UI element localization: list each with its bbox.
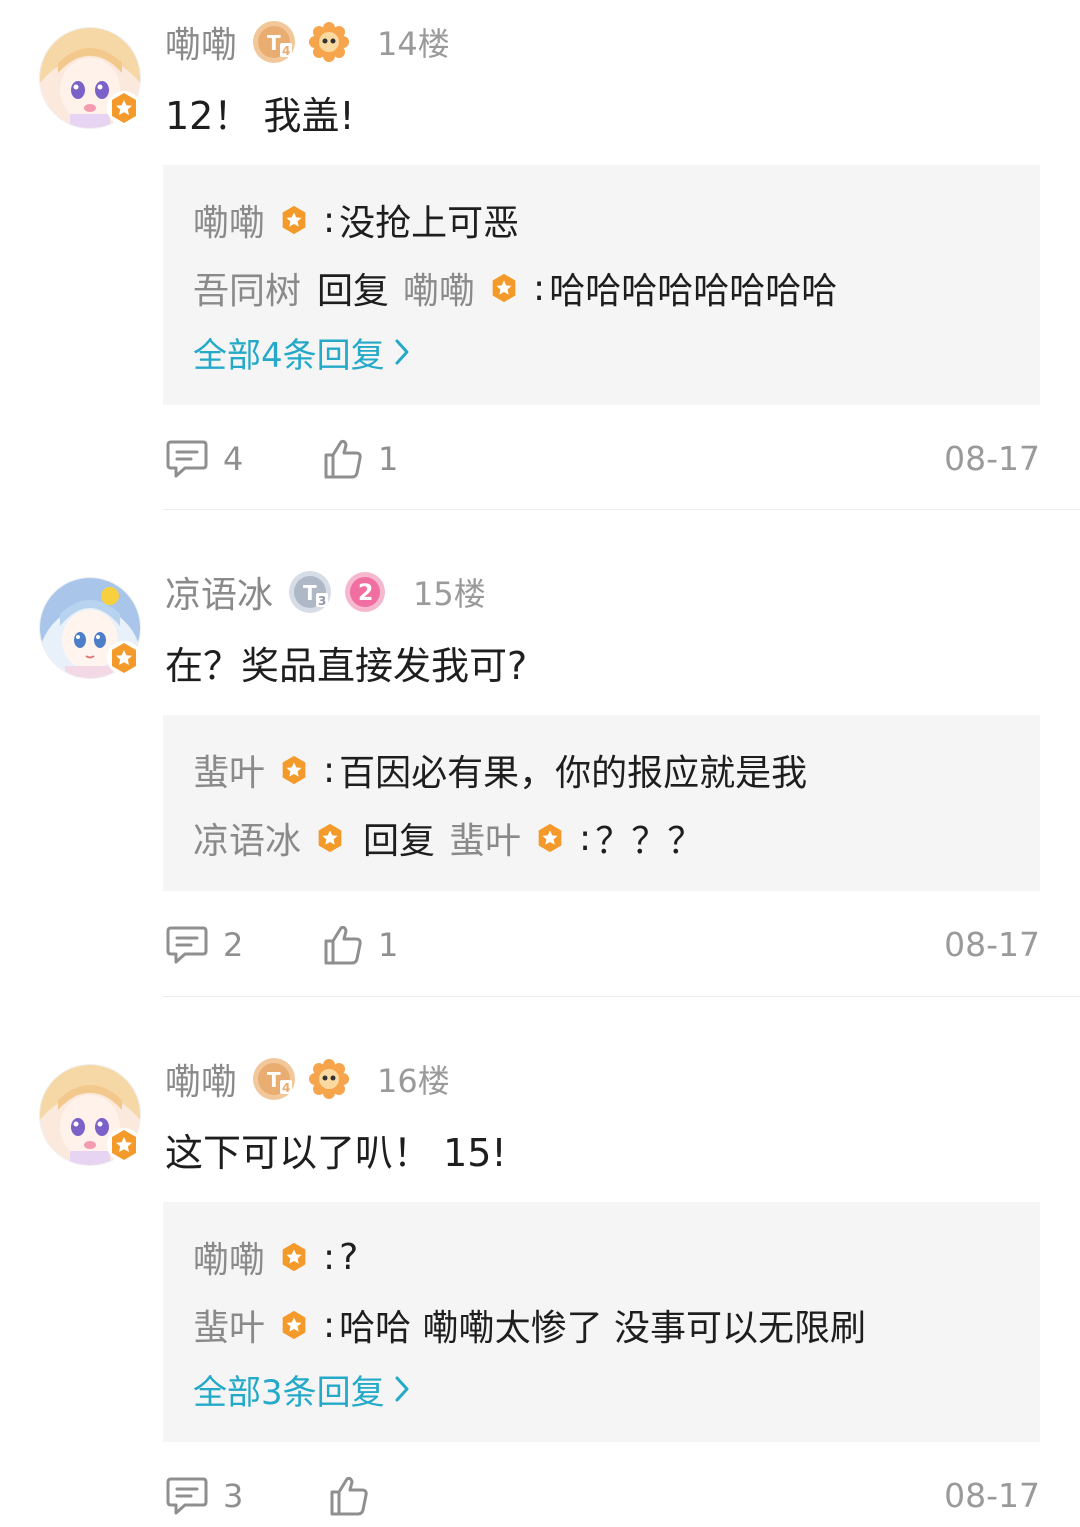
reply-text: 哈哈 嘞嘞太惨了 没事可以无限刷 (339, 1308, 867, 1349)
post-date: 08-17 (944, 1476, 1040, 1515)
reply-separator: : (323, 1236, 336, 1278)
view-all-replies-label: 全部3条回复 (193, 1372, 385, 1413)
reply-text: ？？？ (595, 821, 704, 862)
svg-text:4: 4 (282, 1081, 290, 1095)
verified-badge-icon (538, 823, 562, 853)
avatar[interactable] (40, 1065, 141, 1165)
comment-icon (166, 926, 208, 964)
view-all-replies-label: 全部4条回复 (193, 335, 385, 376)
svg-text:T: T (267, 1068, 281, 1092)
avatar[interactable] (40, 578, 141, 678)
username[interactable]: 嘞嘞 (165, 16, 237, 68)
like-count: 1 (378, 926, 399, 964)
svg-text:T: T (267, 31, 281, 55)
reply-author[interactable]: 凉语冰 (193, 812, 301, 864)
reply-item[interactable]: 蜚叶 : 百因必有果，你的报应就是我 (193, 745, 807, 795)
divider (163, 509, 1080, 510)
divider (163, 996, 1080, 997)
reply-author[interactable]: 吾同树 (193, 262, 301, 314)
reply-label: 回复 (363, 821, 436, 862)
like-action[interactable] (328, 1471, 384, 1521)
post-date: 08-17 (944, 925, 1040, 964)
view-all-replies-link[interactable]: 全部4条回复 (193, 329, 411, 376)
svg-text:4: 4 (282, 44, 290, 58)
svg-text:T: T (303, 581, 317, 605)
comment-icon (166, 1477, 208, 1515)
reply-item[interactable]: 嘞嘞 : ? (193, 1232, 358, 1282)
reply-target[interactable]: 蜚叶 (449, 812, 521, 864)
comment-thread: 嘞嘞 T 4 14楼 12！ 我盖! 嘞嘞: 没抢上可恶 吾同树 回复 嘞嘞 … (0, 0, 1080, 1527)
thumbs-up-icon (324, 925, 362, 965)
comment-action[interactable]: 3 (165, 1471, 243, 1521)
comment-count: 3 (223, 1477, 244, 1515)
floor-number: 14楼 (377, 25, 450, 63)
verified-badge-icon (107, 1128, 141, 1162)
comment-count: 2 (223, 926, 244, 964)
reply-text: 没抢上可恶 (339, 203, 520, 244)
thumbs-up-icon (330, 1476, 368, 1516)
verified-badge-icon (282, 1242, 306, 1272)
comment-action[interactable]: 4 (165, 434, 243, 484)
reply-text: ? (339, 1236, 359, 1278)
reply-separator: : (323, 199, 336, 241)
level-badge-icon: T 4 (253, 1058, 296, 1100)
like-count: 1 (378, 440, 399, 478)
comment-count: 4 (223, 440, 244, 478)
reply-text: 哈哈哈哈哈哈哈哈 (549, 271, 838, 312)
reply-author[interactable]: 嘞嘞 (193, 194, 265, 246)
verified-badge-icon (282, 1310, 306, 1340)
reply-author[interactable]: 蜚叶 (193, 744, 265, 796)
reply-separator: : (323, 1304, 336, 1346)
reply-box[interactable]: 蜚叶 : 百因必有果，你的报应就是我 凉语冰 回复 蜚叶: ？？？ (163, 715, 1040, 891)
flower-badge-icon (309, 1059, 350, 1099)
verified-badge-icon (318, 823, 342, 853)
comment-actions: 2 1 08-17 (165, 920, 1040, 970)
post-date: 08-17 (944, 439, 1040, 478)
chevron-right-icon (395, 339, 409, 365)
view-all-replies-link[interactable]: 全部3条回复 (193, 1366, 411, 1413)
avatar[interactable] (40, 28, 141, 128)
reply-separator: : (579, 817, 592, 859)
reply-author[interactable]: 嘞嘞 (193, 1231, 265, 1283)
comment-content: 这下可以了叭！ 15! (165, 1131, 507, 1175)
flower-badge-icon (309, 22, 350, 62)
like-action[interactable]: 1 (322, 434, 398, 484)
comment-content: 在？奖品直接发我可? (165, 644, 528, 688)
comment-icon (166, 440, 208, 478)
chevron-right-icon (395, 1376, 409, 1402)
thumbs-up-icon (324, 439, 362, 479)
verified-badge-icon (492, 273, 516, 303)
reply-box[interactable]: 嘞嘞 : ? 蜚叶 : 哈哈 嘞嘞太惨了 没事可以无限刷 全部3条回复 (163, 1202, 1040, 1442)
level-badge-icon: T 4 (253, 21, 296, 63)
svg-text:3: 3 (318, 594, 326, 608)
reply-text: 百因必有果，你的报应就是我 (339, 753, 808, 794)
comment-content: 12！ 我盖! (165, 94, 355, 138)
floor-number: 16楼 (377, 1062, 450, 1100)
username[interactable]: 嘞嘞 (165, 1053, 237, 1105)
fan-level-value: 2 (358, 581, 373, 606)
reply-item[interactable]: 嘞嘞 : 没抢上可恶 (193, 195, 519, 245)
verified-badge-icon (282, 755, 306, 785)
verified-badge-icon (107, 91, 141, 125)
verified-badge-icon (282, 205, 306, 235)
reply-target[interactable]: 嘞嘞 (403, 262, 475, 314)
comment-actions: 4 1 08-17 (165, 434, 1040, 484)
floor-number: 15楼 (413, 575, 486, 613)
reply-separator: : (323, 749, 336, 791)
reply-item[interactable]: 蜚叶 : 哈哈 嘞嘞太惨了 没事可以无限刷 (193, 1300, 866, 1350)
comment-actions: 3 08-17 (165, 1471, 1040, 1521)
reply-author[interactable]: 蜚叶 (193, 1299, 265, 1351)
verified-badge-icon (107, 641, 141, 675)
reply-item[interactable]: 凉语冰 回复 蜚叶 : ？？？ (193, 813, 703, 863)
reply-item[interactable]: 吾同树 回复 嘞嘞 : 哈哈哈哈哈哈哈哈 (193, 263, 837, 313)
level-badge-icon: T 3 (289, 571, 332, 613)
reply-separator: : (533, 267, 546, 309)
comment-action[interactable]: 2 (165, 920, 243, 970)
like-action[interactable]: 1 (322, 920, 398, 970)
reply-box[interactable]: 嘞嘞 : 没抢上可恶 吾同树 回复 嘞嘞 : 哈哈哈哈哈哈哈哈 全部4条回复 (163, 165, 1040, 405)
fan-level-badge-icon: 2 (345, 572, 386, 612)
username[interactable]: 凉语冰 (165, 566, 273, 618)
reply-label: 回复 (317, 271, 390, 312)
